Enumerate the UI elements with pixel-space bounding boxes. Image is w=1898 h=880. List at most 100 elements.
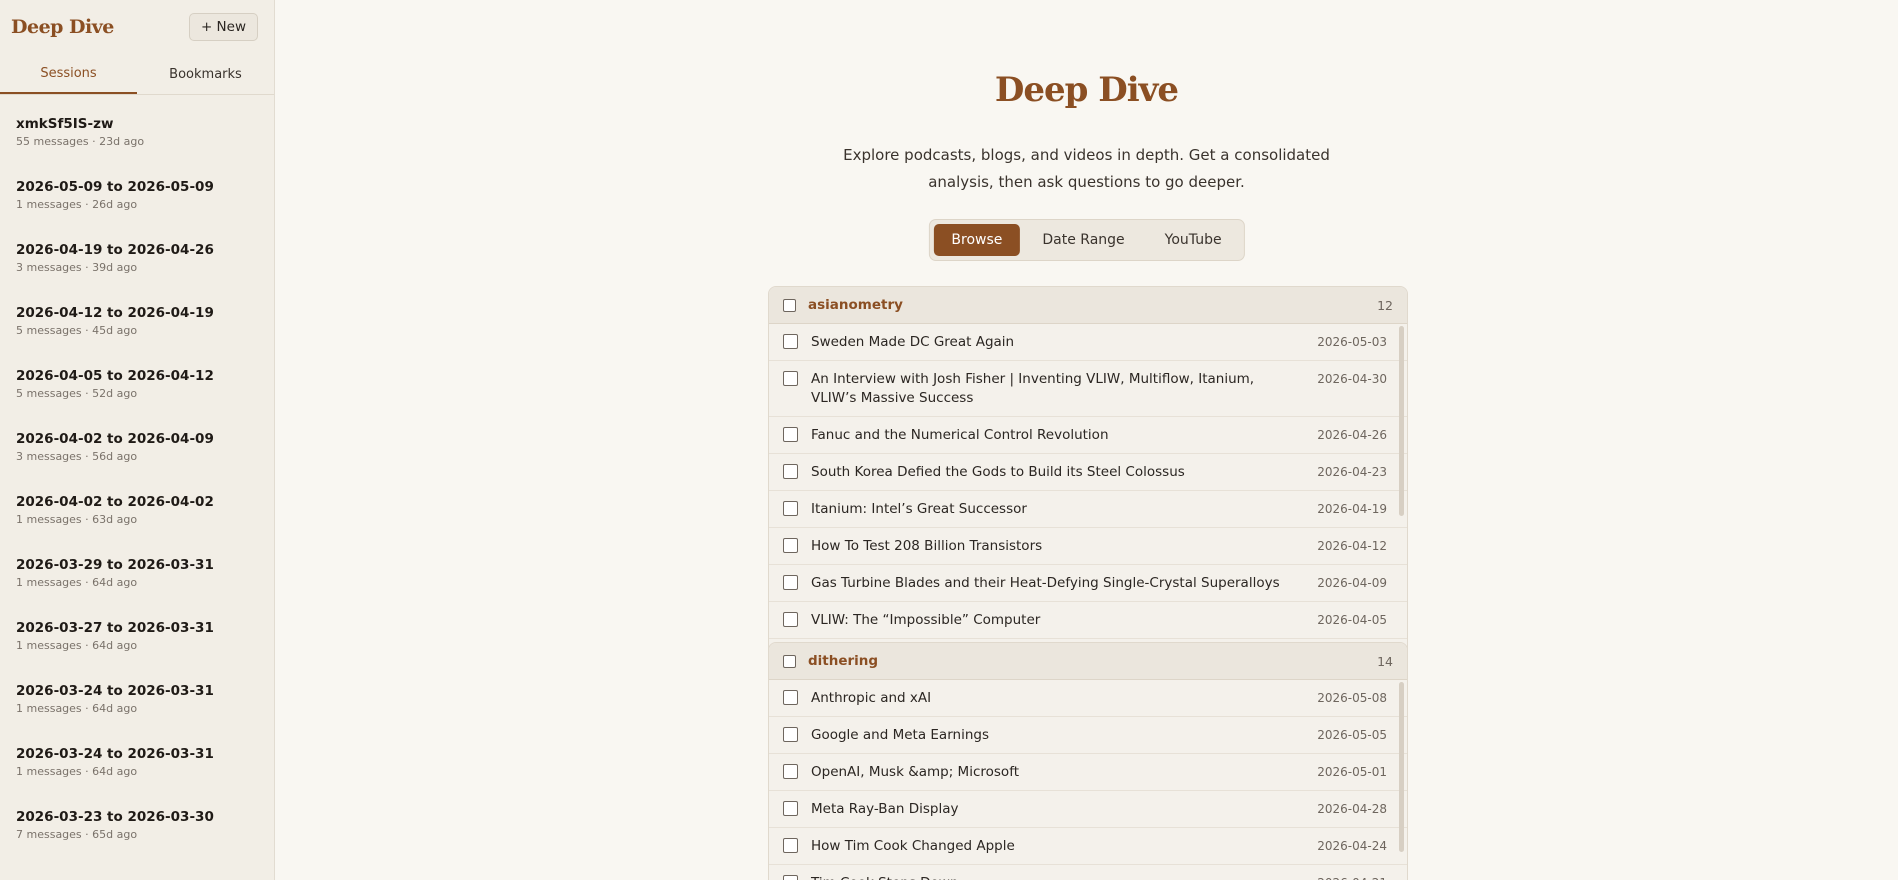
episode-row[interactable]: OpenAI, Musk &amp; Microsoft 2026-05-01: [769, 754, 1407, 791]
episode-row[interactable]: Google and Meta Earnings 2026-05-05: [769, 717, 1407, 754]
session-title: 2026-05-09 to 2026-05-09: [16, 179, 214, 195]
episode-title: Meta Ray-Ban Display: [811, 801, 959, 817]
episode-row[interactable]: How Tim Cook Changed Apple 2026-04-24: [769, 828, 1407, 865]
session-item[interactable]: 2026-04-05 to 2026-04-12 5 messages · 52d…: [0, 347, 274, 410]
session-meta: 1 messages · 64d ago: [16, 639, 138, 652]
episode-title: Tim Cook Steps Down: [811, 874, 1317, 880]
episode-row[interactable]: An Interview with Josh Fisher | Inventin…: [769, 361, 1407, 417]
channel-name: dithering: [808, 653, 879, 669]
session-meta: 5 messages · 45d ago: [16, 324, 138, 337]
episode-date: 2026-04-23: [1317, 465, 1387, 479]
mode-date-range-button[interactable]: Date Range: [1024, 224, 1142, 256]
episode-checkbox[interactable]: [783, 801, 798, 816]
episode-date: 2026-05-05: [1317, 728, 1387, 742]
episode-list-scrollbar[interactable]: [1399, 326, 1404, 516]
channel-count: 14: [1377, 653, 1393, 669]
mode-selector: Browse Date Range YouTube: [928, 219, 1245, 261]
channel-select-checkbox[interactable]: [783, 654, 796, 668]
session-meta: 3 messages · 56d ago: [16, 450, 138, 463]
episode-checkbox[interactable]: [783, 727, 798, 742]
episode-list[interactable]: Sweden Made DC Great Again 2026-05-03 An I…: [769, 324, 1407, 662]
episode-row[interactable]: Fanuc and the Numerical Control Revoluti…: [769, 417, 1407, 454]
page-title: Deep Dive: [994, 70, 1179, 110]
episode-checkbox[interactable]: [783, 764, 798, 779]
session-item[interactable]: 2026-04-02 to 2026-04-09 3 messages · 56d…: [0, 410, 274, 473]
episode-row[interactable]: VLIW: The “Impossible” Computer 2026-04-0…: [769, 602, 1407, 639]
episode-date: 2026-04-30: [1317, 372, 1387, 386]
session-meta: 1 messages · 64d ago: [16, 576, 138, 589]
episode-date: 2026-04-26: [1317, 428, 1387, 442]
mode-browse-button[interactable]: Browse: [933, 224, 1021, 256]
session-item[interactable]: 2026-04-19 to 2026-04-26 3 messages · 39d…: [0, 221, 274, 284]
channel-select-checkbox[interactable]: [783, 298, 796, 312]
episode-row[interactable]: Tim Cook Steps Down2026-04-21: [769, 865, 1407, 880]
session-title: 2026-04-19 to 2026-04-26: [16, 242, 214, 258]
session-meta: 1 messages · 64d ago: [16, 765, 138, 778]
tab-bookmarks[interactable]: Bookmarks: [137, 54, 274, 94]
episode-checkbox[interactable]: [783, 838, 798, 853]
session-meta: 1 messages · 63d ago: [16, 513, 138, 526]
episode-title: An Interview with Josh Fisher | Inventin…: [811, 371, 1255, 406]
session-item[interactable]: 2026-04-02 to 2026-04-02 1 messages · 63d…: [0, 473, 274, 536]
channel-header: dithering 14: [769, 643, 1407, 680]
channel-header: asianometry 12: [769, 287, 1407, 324]
session-title: 2026-04-05 to 2026-04-12: [16, 368, 214, 384]
session-meta: 55 messages · 23d ago: [16, 135, 145, 148]
session-meta: 3 messages · 39d ago: [16, 261, 138, 274]
episode-checkbox[interactable]: [783, 538, 798, 553]
session-item[interactable]: 2026-03-23 to 2026-03-30 7 messages · 65d…: [0, 788, 274, 851]
episode-row[interactable]: Gas Turbine Blades and their Heat-Defyin…: [769, 565, 1407, 602]
mode-youtube-button[interactable]: YouTube: [1147, 224, 1240, 256]
sidebar: Deep Dive + New Sessions Bookmarks xmkSf…: [0, 0, 275, 880]
session-item[interactable]: xmkSf5IS-zw 55 messages · 23d ago: [0, 95, 274, 158]
episode-date: 2026-04-12: [1317, 539, 1387, 553]
episode-date: 2026-05-03: [1317, 335, 1387, 349]
episode-row[interactable]: Itanium: Intel’s Great Successor 2026-04-…: [769, 491, 1407, 528]
channel-name: asianometry: [808, 297, 903, 313]
session-title: 2026-03-24 to 2026-03-31: [16, 683, 214, 699]
session-item[interactable]: 2026-03-24 to 2026-03-31 1 messages · 64d…: [0, 725, 274, 788]
session-item[interactable]: 2026-03-27 to 2026-03-31 1 messages · 64d…: [0, 599, 274, 662]
session-item[interactable]: 2026-03-24 to 2026-03-31 1 messages · 64d…: [0, 662, 274, 725]
episode-date: 2026-04-19: [1317, 502, 1387, 516]
session-item[interactable]: 2026-05-09 to 2026-05-09 1 messages · 26d…: [0, 158, 274, 221]
episode-checkbox[interactable]: [783, 501, 798, 516]
episode-checkbox[interactable]: [783, 371, 798, 386]
session-meta: 5 messages · 52d ago: [16, 387, 138, 400]
episode-title: South Korea Defied the Gods to Build its…: [811, 464, 1185, 480]
tab-sessions[interactable]: Sessions: [0, 54, 137, 94]
episode-row[interactable]: Meta Ray-Ban Display 2026-04-28: [769, 791, 1407, 828]
episode-list-scrollbar[interactable]: [1399, 682, 1404, 852]
session-title: 2026-03-24 to 2026-03-31: [16, 746, 214, 762]
episode-checkbox[interactable]: [783, 875, 798, 880]
episode-checkbox[interactable]: [783, 575, 798, 590]
session-item[interactable]: 2026-04-12 to 2026-04-19 5 messages · 45d…: [0, 284, 274, 347]
episode-date: 2026-04-09: [1317, 576, 1387, 590]
episode-title: Google and Meta Earnings: [811, 727, 989, 743]
episode-date: 2026-04-05: [1317, 613, 1387, 627]
episode-checkbox[interactable]: [783, 690, 798, 705]
episode-title: Anthropic and xAI: [811, 690, 932, 706]
episode-checkbox[interactable]: [783, 334, 798, 349]
channel-count: 12: [1377, 297, 1393, 313]
episode-checkbox[interactable]: [783, 464, 798, 479]
page-subtitle: Explore podcasts, blogs, and videos in d…: [843, 146, 1330, 191]
episode-row[interactable]: Sweden Made DC Great Again 2026-05-03: [769, 324, 1407, 361]
new-session-button[interactable]: + New: [188, 13, 258, 41]
episode-row[interactable]: South Korea Defied the Gods to Build its…: [769, 454, 1407, 491]
session-item[interactable]: 2026-03-29 to 2026-03-31 1 messages · 64d…: [0, 536, 274, 599]
episode-checkbox[interactable]: [783, 427, 798, 442]
channel-group: asianometry 12 Sweden Made DC Great Again 2…: [768, 286, 1408, 663]
episode-list[interactable]: Anthropic and xAI 2026-05-08 Google and Me…: [769, 680, 1407, 880]
episode-row[interactable]: Anthropic and xAI 2026-05-08: [769, 680, 1407, 717]
episode-date: 2026-05-01: [1317, 765, 1387, 779]
session-title: 2026-03-27 to 2026-03-31: [16, 620, 214, 636]
session-meta: 1 messages · 26d ago: [16, 198, 138, 211]
episode-date: 2026-04-21: [1317, 874, 1387, 880]
episode-title: Fanuc and the Numerical Control Revoluti…: [811, 427, 1109, 443]
episode-row[interactable]: How To Test 208 Billion Transistors 2026-…: [769, 528, 1407, 565]
episode-date: 2026-05-08: [1317, 691, 1387, 705]
channel-group: dithering 14 Anthropic and xAI 2026-05-08 Go…: [768, 642, 1408, 880]
sidebar-brand: Deep Dive: [11, 16, 114, 38]
episode-checkbox[interactable]: [783, 612, 798, 627]
